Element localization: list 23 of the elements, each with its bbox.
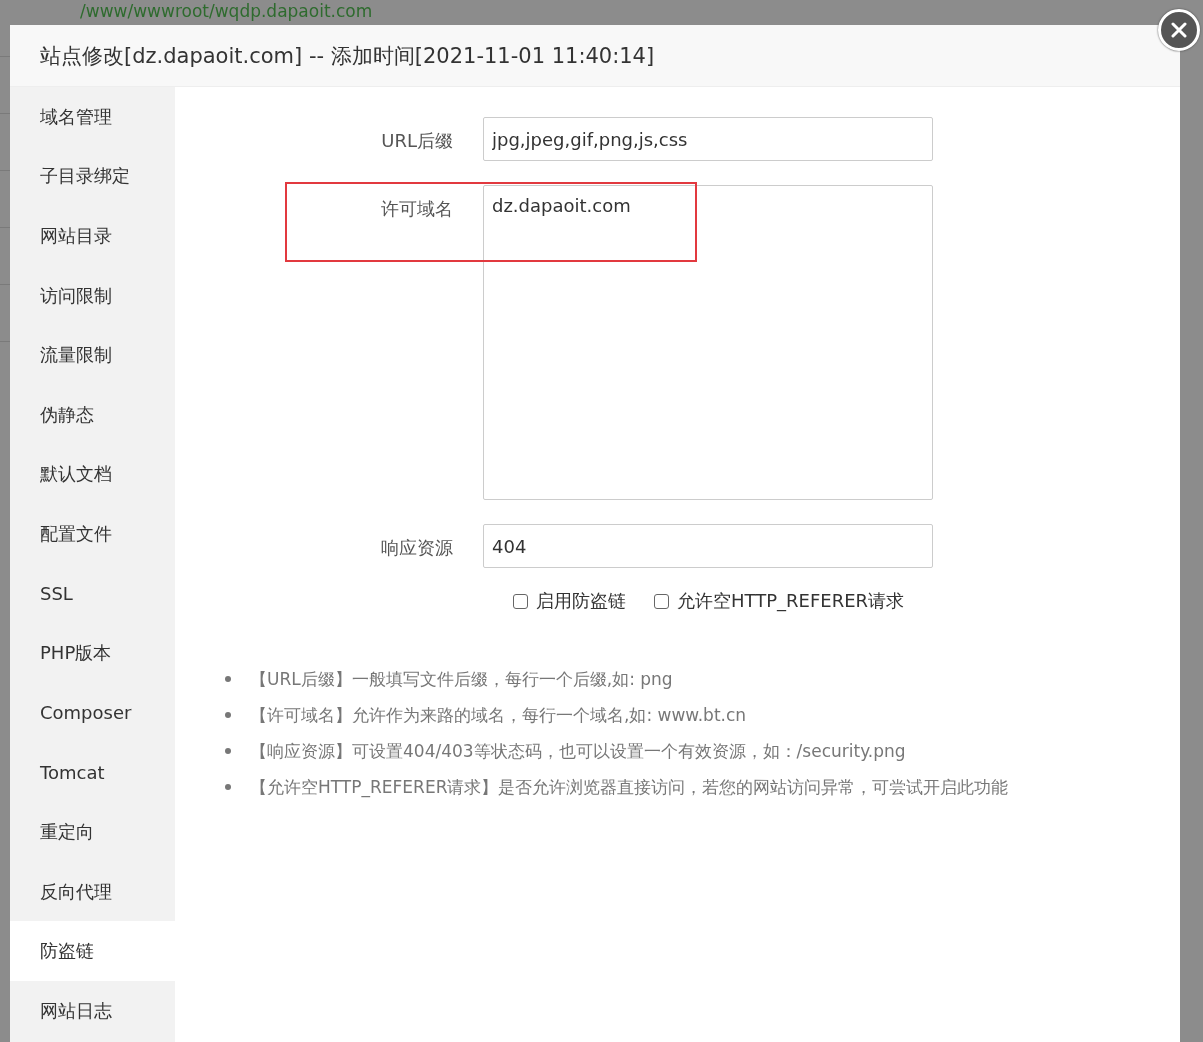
field-label: 响应资源 bbox=[380, 536, 454, 560]
tip-text: 【响应资源】可设置404/403等状态码，也可以设置一个有效资源，如：/security.png bbox=[250, 740, 906, 763]
input-field[interactable]: 404 bbox=[483, 524, 933, 568]
input-field[interactable]: jpg,jpeg,gif,png,js,css bbox=[483, 117, 933, 161]
checkbox[interactable] bbox=[513, 593, 528, 609]
checkbox[interactable] bbox=[654, 593, 669, 609]
bullet-icon bbox=[225, 712, 231, 718]
close-icon bbox=[1171, 22, 1187, 38]
textarea-field[interactable]: dz.dapaoit.com bbox=[483, 185, 933, 500]
bullet-icon bbox=[225, 748, 231, 754]
tip-text: 【许可域名】允许作为来路的域名，每行一个域名,如: www.bt.cn bbox=[250, 704, 747, 727]
sidebar-tab[interactable]: 防盗链 bbox=[10, 921, 175, 981]
dialog-title: 站点修改[dz.dapaoit.com] -- 添加时间[2021-11-01 11:40:14] bbox=[40, 42, 655, 70]
field-label: 许可域名 bbox=[380, 197, 454, 221]
bullet-icon bbox=[225, 784, 231, 790]
bullet-icon bbox=[225, 676, 231, 682]
close-button[interactable] bbox=[1158, 9, 1200, 51]
checkbox-label: 启用防盗链 bbox=[536, 589, 626, 613]
tip-text: 【允许空HTTP_REFERER请求】是否允许浏览器直接访问，若您的网站访问异常，可尝试开启此功能 bbox=[250, 776, 1009, 800]
field-label: URL后缀 bbox=[380, 129, 454, 153]
checkbox-label: 允许空HTTP_REFERER请求 bbox=[677, 589, 905, 613]
folder-path-text: /www/wwwroot/wqdp.dapaoit.com bbox=[80, 1, 373, 21]
tip-text: 【URL后缀】一般填写文件后缀，每行一个后缀,如: png bbox=[250, 668, 673, 691]
